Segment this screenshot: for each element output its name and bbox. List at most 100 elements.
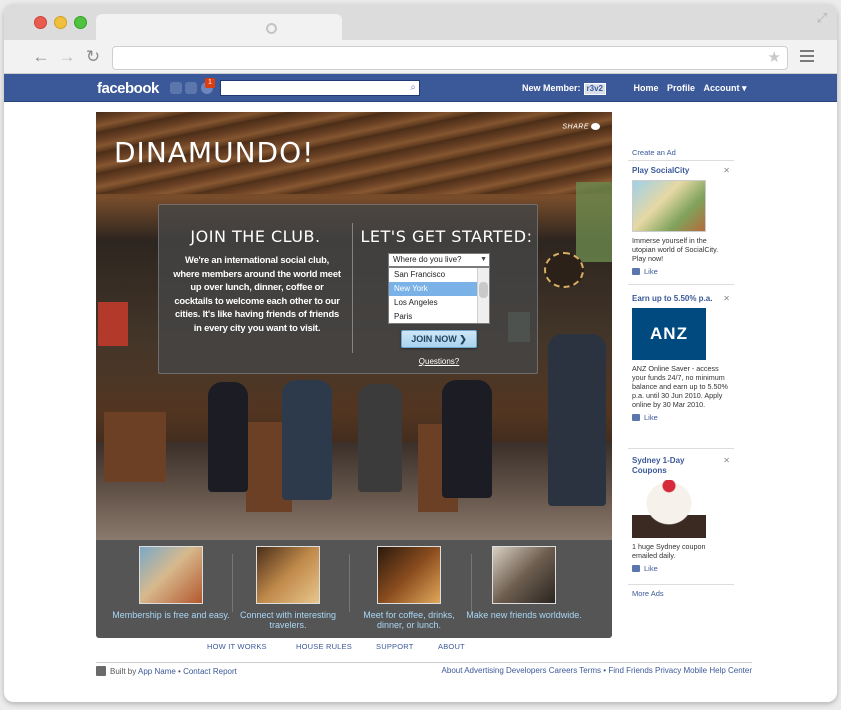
ad-title[interactable]: Play SocialCity: [632, 166, 716, 176]
footer-link-help-center[interactable]: Help Center: [709, 666, 752, 675]
cupcake-image[interactable]: [632, 480, 706, 538]
share-label: SHARE: [562, 123, 589, 131]
search-icon[interactable]: ⌕: [410, 82, 416, 94]
city-option[interactable]: San Francisco: [389, 268, 477, 282]
search-input[interactable]: ⌕: [220, 80, 420, 96]
new-member-tag: r3v2: [583, 83, 606, 95]
get-started-heading: LET'S GET STARTED:: [360, 227, 533, 246]
feature-caption: Meet for coffee, drinks, dinner, or lunc…: [363, 610, 455, 630]
footer-link-developers[interactable]: Developers: [506, 666, 546, 675]
ad-like-button[interactable]: Like: [632, 564, 732, 573]
app-name-link[interactable]: App Name: [138, 667, 176, 676]
subnav-how-it-works[interactable]: HOW IT WORKS: [207, 642, 267, 651]
city-list-scrollbar[interactable]: [477, 268, 489, 323]
ad-like-button[interactable]: Like: [632, 267, 732, 276]
feature-meet[interactable]: Meet for coffee, drinks, dinner, or lunc…: [350, 546, 468, 630]
star-icon[interactable]: ★: [768, 50, 781, 66]
ad-text: Immerse yourself in the utopian world of…: [632, 236, 719, 263]
close-icon[interactable]: ✕: [723, 456, 730, 465]
close-icon[interactable]: ✕: [723, 294, 730, 303]
messages-icon[interactable]: [185, 82, 197, 94]
built-by-label: Built by: [110, 667, 137, 676]
browser-tab[interactable]: [96, 14, 342, 42]
ad-title[interactable]: Earn up to 5.50% p.a.: [632, 294, 716, 304]
hero-photo-window: [576, 182, 612, 262]
hero-photo-floor: [96, 442, 612, 540]
loading-spinner-icon: [266, 23, 277, 34]
facebook-logo[interactable]: facebook: [97, 80, 159, 97]
subnav-support[interactable]: SUPPORT: [376, 642, 414, 651]
subnav-house-rules[interactable]: HOUSE RULES: [296, 642, 352, 651]
browser-window: ⤢ ← → ↻ ★ facebook 1 ⌕ New Member:r3v2: [4, 4, 837, 702]
create-ad-link[interactable]: Create an Ad: [632, 148, 676, 157]
footer-link-find-friends[interactable]: Find Friends: [608, 666, 652, 675]
city-option[interactable]: Paris: [389, 310, 477, 323]
hero-photo-person: [358, 384, 402, 492]
back-arrow-icon[interactable]: ←: [32, 48, 50, 66]
city-select-value: Where do you live?: [393, 255, 462, 264]
ad-sydney-coupons[interactable]: Sydney 1-Day Coupons ✕ 1 huge Sydney cou…: [632, 456, 732, 573]
questions-link[interactable]: Questions?: [403, 357, 475, 366]
panel-divider: [352, 223, 353, 353]
footer-link-terms[interactable]: Terms: [579, 666, 601, 675]
socialcity-game-image[interactable]: [632, 180, 706, 232]
signup-panel: JOIN THE CLUB. We're an international so…: [158, 204, 538, 374]
hero-photo-painting: [98, 302, 128, 346]
hero-photo-person: [442, 380, 492, 498]
ad-text: 1 huge Sydney coupon emailed daily.: [632, 542, 706, 560]
feature-membership[interactable]: Membership is free and easy.: [112, 546, 230, 620]
feature-connect[interactable]: Connect with interesting travelers.: [229, 546, 347, 630]
contact-link[interactable]: Contact: [183, 667, 211, 676]
footer-bullet: •: [603, 666, 607, 675]
report-link[interactable]: Report: [213, 667, 237, 676]
feature-caption: Membership is free and easy.: [112, 610, 230, 620]
join-now-button[interactable]: JOIN NOW ❯: [401, 330, 477, 348]
friends-photo: [139, 546, 203, 604]
city-dropdown-list[interactable]: San Francisco New York Los Angeles Paris: [388, 267, 490, 324]
nav-account[interactable]: Account ▾: [700, 74, 750, 102]
zoom-window-icon[interactable]: [74, 16, 87, 29]
chevron-down-icon: ▼: [480, 256, 487, 263]
subnav-about[interactable]: ABOUT: [438, 642, 465, 651]
city-option[interactable]: Los Angeles: [389, 296, 477, 310]
ad-anz[interactable]: Earn up to 5.50% p.a. ✕ ANZ ANZ Online S…: [632, 294, 732, 422]
thumbs-up-icon: [632, 565, 640, 572]
footer-link-mobile[interactable]: Mobile: [684, 666, 708, 675]
share-link[interactable]: SHARE: [562, 123, 600, 130]
city-select[interactable]: Where do you live? ▼: [388, 253, 490, 267]
ad-like-button[interactable]: Like: [632, 413, 732, 422]
ad-socialcity[interactable]: Play SocialCity ✕ Immerse yourself in th…: [632, 166, 732, 276]
close-icon[interactable]: ✕: [723, 166, 730, 175]
hamburger-menu-icon[interactable]: [800, 50, 814, 62]
new-member-label: New Member:: [522, 83, 581, 93]
sidebar-divider: [628, 584, 734, 585]
nav-profile[interactable]: Profile: [660, 74, 702, 102]
footer-link-privacy[interactable]: Privacy: [655, 666, 681, 675]
footer-link-about[interactable]: About: [442, 666, 463, 675]
scrollbar-thumb[interactable]: [479, 282, 488, 298]
feature-friends[interactable]: Make new friends worldwide.: [465, 546, 583, 620]
minimize-window-icon[interactable]: [54, 16, 67, 29]
address-bar[interactable]: ★: [112, 46, 788, 70]
facebook-top-bar: facebook 1 ⌕ New Member: r3v2 Home Profil…: [4, 74, 837, 102]
city-option-selected[interactable]: New York: [389, 282, 477, 296]
hero-photo-person: [548, 334, 606, 506]
hero-photo-person: [282, 380, 332, 500]
sidebar-divider: [628, 160, 734, 161]
forward-arrow-icon[interactable]: →: [58, 48, 76, 66]
thumbs-up-icon: [632, 414, 640, 421]
ad-title[interactable]: Sydney 1-Day Coupons: [632, 456, 716, 476]
like-label: Like: [644, 267, 658, 276]
anz-logo[interactable]: ANZ: [632, 308, 706, 360]
more-ads-link[interactable]: More Ads: [632, 589, 664, 598]
footer-link-advertising[interactable]: Advertising: [464, 666, 504, 675]
like-label: Like: [644, 413, 658, 422]
hero-photo-person: [208, 382, 248, 492]
close-window-icon[interactable]: [34, 16, 47, 29]
facebook-f-icon: [96, 666, 106, 676]
reload-icon[interactable]: ↻: [84, 48, 102, 66]
friend-requests-icon[interactable]: [170, 82, 182, 94]
fullscreen-icon[interactable]: ⤢: [815, 11, 829, 25]
footer-link-careers[interactable]: Careers: [549, 666, 577, 675]
page-content: facebook 1 ⌕ New Member: r3v2 Home Profil…: [4, 74, 837, 702]
